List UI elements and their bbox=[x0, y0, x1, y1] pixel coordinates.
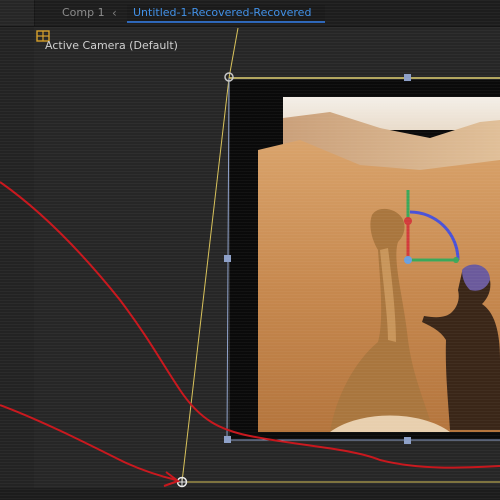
handle-bottom-left[interactable] bbox=[224, 436, 231, 443]
viewport-overlay bbox=[0, 27, 500, 488]
annotation-curve-upper bbox=[0, 181, 500, 469]
handle-bottom-mid[interactable] bbox=[404, 437, 411, 444]
handle-top-mid[interactable] bbox=[404, 74, 411, 81]
rotation-gizmo-icon[interactable] bbox=[404, 190, 460, 264]
handle-left-mid[interactable] bbox=[224, 255, 231, 262]
viewer-bottom-toolbar[interactable] bbox=[0, 488, 500, 500]
camera-line-left bbox=[181, 77, 230, 483]
annotation-curve-lower bbox=[0, 404, 177, 481]
camera-line-top bbox=[228, 27, 239, 79]
